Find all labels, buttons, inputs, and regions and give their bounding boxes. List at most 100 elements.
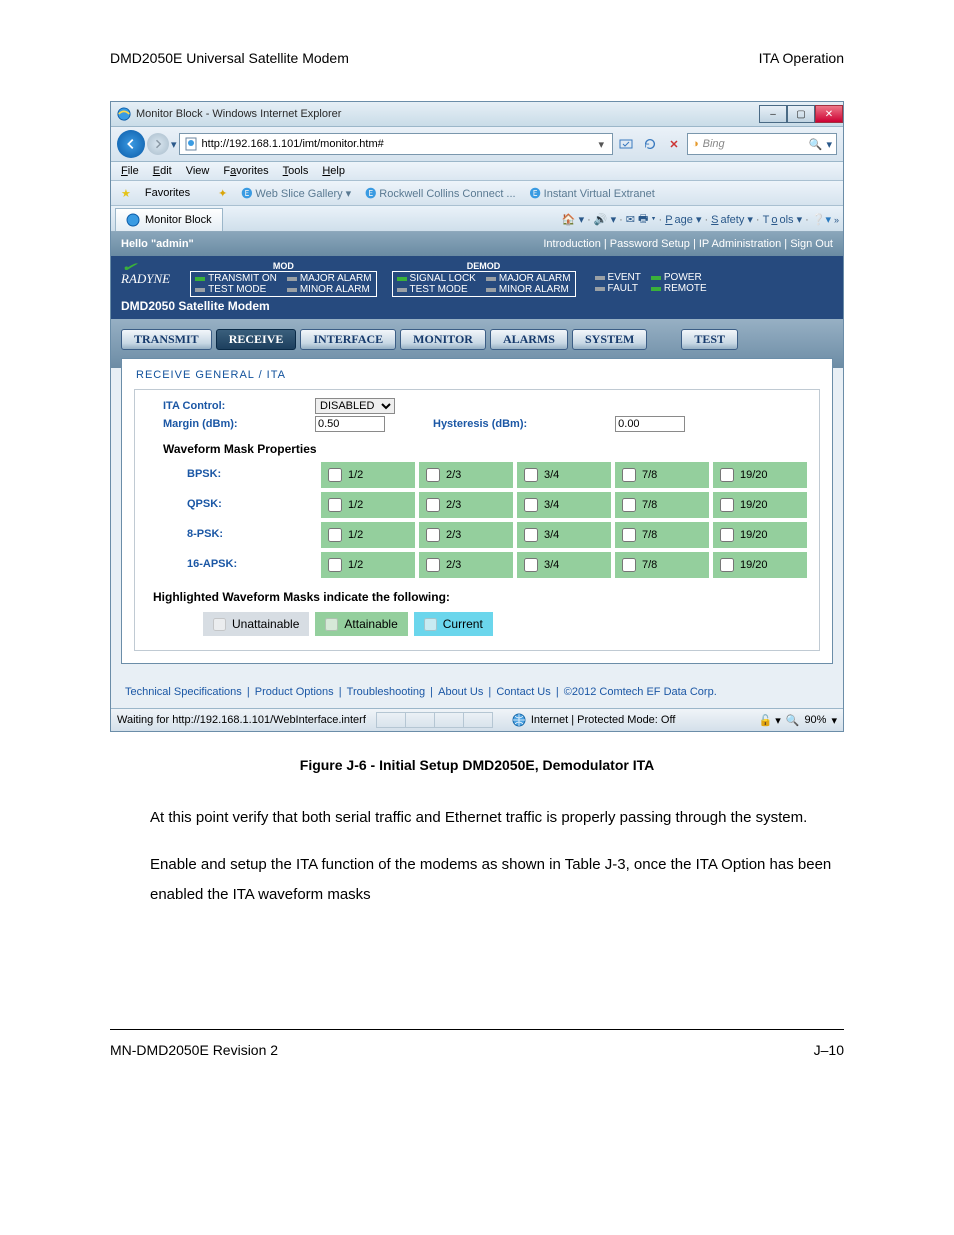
tab-receive[interactable]: RECEIVE xyxy=(216,329,297,350)
qpsk-23[interactable]: 2/3 xyxy=(419,492,513,518)
tab-monitor[interactable]: MONITOR xyxy=(400,329,486,350)
zoom-icon[interactable]: 🔍 xyxy=(786,714,800,727)
tab-title: Monitor Block xyxy=(145,214,212,226)
compat-view-icon[interactable] xyxy=(615,134,637,154)
minimize-button[interactable]: – xyxy=(759,105,787,123)
expand-icon[interactable]: » xyxy=(834,215,839,225)
safety-menu[interactable]: Safety ▾ xyxy=(711,213,753,226)
8psk-1920[interactable]: 19/20 xyxy=(713,522,807,548)
qpsk-34[interactable]: 3/4 xyxy=(517,492,611,518)
print-icon[interactable]: 🖶 ▾ xyxy=(638,210,656,229)
row-8psk: 8-PSK: xyxy=(147,522,317,548)
hysteresis-label: Hysteresis (dBm): xyxy=(433,418,527,430)
menu-favorites[interactable]: Favorites xyxy=(223,165,268,177)
body-paragraph-2: Enable and setup the ITA function of the… xyxy=(150,850,844,909)
fav-web-slice[interactable]: 🅔 Web Slice Gallery ▾ xyxy=(241,185,351,201)
url-dropdown-icon[interactable]: ▾ xyxy=(594,138,608,151)
mod-header: MOD xyxy=(190,261,376,271)
led-demod-test xyxy=(397,288,407,292)
bpsk-1920[interactable]: 19/20 xyxy=(713,462,807,488)
maximize-button[interactable]: ▢ xyxy=(787,105,815,123)
tab-alarms[interactable]: ALARMS xyxy=(490,329,568,350)
tools-menu[interactable]: Tools ▾ xyxy=(763,213,803,226)
refresh-icon[interactable] xyxy=(639,134,661,154)
qpsk-1920[interactable]: 19/20 xyxy=(713,492,807,518)
16apsk-34[interactable]: 3/4 xyxy=(517,552,611,578)
legend-unattainable: Unattainable xyxy=(203,612,309,636)
search-engine-label: Bing xyxy=(703,138,725,150)
bpsk-78[interactable]: 7/8 xyxy=(615,462,709,488)
16apsk-78[interactable]: 7/8 xyxy=(615,552,709,578)
back-button[interactable] xyxy=(117,130,145,158)
margin-input[interactable] xyxy=(315,416,385,432)
footer-links[interactable]: Technical Specifications | Product Optio… xyxy=(111,678,843,708)
tab-system[interactable]: SYSTEM xyxy=(572,329,647,350)
stop-icon[interactable]: ✕ xyxy=(663,134,685,154)
forward-button[interactable] xyxy=(147,133,169,155)
read-mail-icon[interactable]: ✉ xyxy=(626,213,635,226)
led-remote xyxy=(651,287,661,291)
ita-control-label: ITA Control: xyxy=(147,400,307,412)
bpsk-12[interactable]: 1/2 xyxy=(321,462,415,488)
ie-window: Monitor Block - Windows Internet Explore… xyxy=(110,101,844,732)
page-menu[interactable]: Page ▾ xyxy=(665,213,701,226)
feeds-icon[interactable]: 🔊 ▾ xyxy=(594,213,616,226)
margin-label: Margin (dBm): xyxy=(147,418,307,430)
tab-transmit[interactable]: TRANSMIT xyxy=(121,329,212,350)
menu-edit[interactable]: Edit xyxy=(153,165,172,177)
browser-tab[interactable]: Monitor Block xyxy=(115,208,223,231)
legend-current: Current xyxy=(414,612,493,636)
fav-extranet[interactable]: 🅔 Instant Virtual Extranet xyxy=(530,185,655,201)
16apsk-23[interactable]: 2/3 xyxy=(419,552,513,578)
favorites-star-icon[interactable]: ★ xyxy=(121,187,131,200)
menu-tools[interactable]: Tools xyxy=(283,165,309,177)
zoom-dropdown-icon[interactable]: ▾ xyxy=(831,714,837,727)
header-links[interactable]: Introduction | Password Setup | IP Admin… xyxy=(543,238,833,250)
url-input[interactable] xyxy=(202,138,595,150)
protected-mode-icon[interactable]: 🔓 ▾ xyxy=(758,714,780,727)
suggested-sites-icon[interactable]: ✦ xyxy=(218,187,227,200)
close-button[interactable]: ✕ xyxy=(815,105,843,123)
bpsk-23[interactable]: 2/3 xyxy=(419,462,513,488)
led-transmit-on xyxy=(195,277,205,281)
hysteresis-input[interactable] xyxy=(615,416,685,432)
row-16apsk: 16-APSK: xyxy=(147,552,317,578)
search-icon[interactable]: 🔍 xyxy=(809,138,823,151)
demod-header: DEMOD xyxy=(392,261,576,271)
16apsk-1920[interactable]: 19/20 xyxy=(713,552,807,578)
tab-test[interactable]: TEST xyxy=(681,329,738,350)
16apsk-12[interactable]: 1/2 xyxy=(321,552,415,578)
search-box[interactable]: ◑ Bing 🔍 ▾ xyxy=(687,133,837,155)
8psk-78[interactable]: 7/8 xyxy=(615,522,709,548)
figure-caption: Figure J-6 - Initial Setup DMD2050E, Dem… xyxy=(110,757,844,773)
favorites-label[interactable]: Favorites xyxy=(145,187,190,199)
recent-pages-dropdown[interactable]: ▾ xyxy=(171,138,177,151)
menu-file[interactable]: File xyxy=(121,165,139,177)
led-fault xyxy=(595,287,605,291)
page-footer-left: MN-DMD2050E Revision 2 xyxy=(110,1042,278,1058)
status-waiting: Waiting for http://192.168.1.101/WebInte… xyxy=(117,714,366,726)
search-dropdown-icon[interactable]: ▾ xyxy=(822,138,832,151)
internet-zone-icon xyxy=(512,713,526,727)
zoom-level[interactable]: 90% xyxy=(804,714,826,726)
fav-rockwell[interactable]: 🅔 Rockwell Collins Connect ... xyxy=(365,185,515,201)
legend-attainable: Attainable xyxy=(315,612,407,636)
address-bar[interactable]: ▾ xyxy=(179,133,613,155)
panel-title: RECEIVE GENERAL / ITA xyxy=(122,359,832,389)
home-icon[interactable]: 🏠 ▾ xyxy=(562,213,584,226)
qpsk-78[interactable]: 7/8 xyxy=(615,492,709,518)
led-signal-lock xyxy=(397,277,407,281)
menu-view[interactable]: View xyxy=(186,165,210,177)
ie-icon xyxy=(117,107,131,121)
tab-interface[interactable]: INTERFACE xyxy=(300,329,396,350)
bpsk-34[interactable]: 3/4 xyxy=(517,462,611,488)
led-mod-minor xyxy=(287,288,297,292)
8psk-12[interactable]: 1/2 xyxy=(321,522,415,548)
8psk-34[interactable]: 3/4 xyxy=(517,522,611,548)
waveform-title: Waveform Mask Properties xyxy=(147,432,807,462)
8psk-23[interactable]: 2/3 xyxy=(419,522,513,548)
ita-control-select[interactable]: DISABLED xyxy=(315,398,395,414)
qpsk-12[interactable]: 1/2 xyxy=(321,492,415,518)
menu-help[interactable]: Help xyxy=(322,165,345,177)
help-icon[interactable]: ❔▾ xyxy=(812,213,831,226)
